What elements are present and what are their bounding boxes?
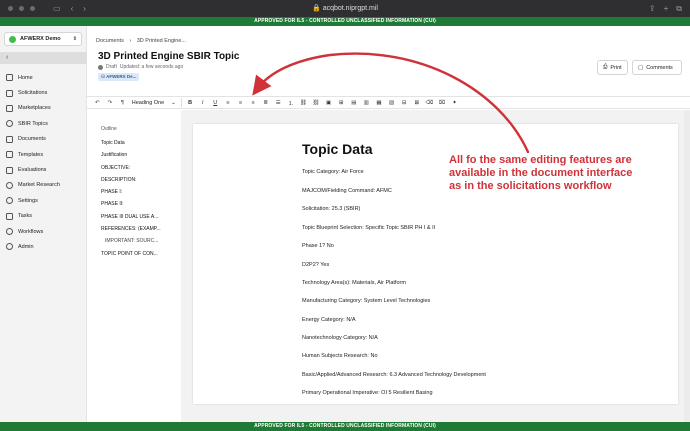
- classification-banner-bottom: APPROVED FOR IL5 - CONTROLLED UNCLASSIFI…: [0, 422, 690, 431]
- annotation-line: as in the solicitations workflow: [449, 180, 612, 192]
- annotation-line: All fo the same editing features are: [449, 154, 632, 166]
- annotation-line: available in the document interface: [449, 167, 633, 179]
- annotation-callout: All fo the same editing features are ava…: [449, 154, 649, 193]
- annotation-arrow: [252, 52, 530, 154]
